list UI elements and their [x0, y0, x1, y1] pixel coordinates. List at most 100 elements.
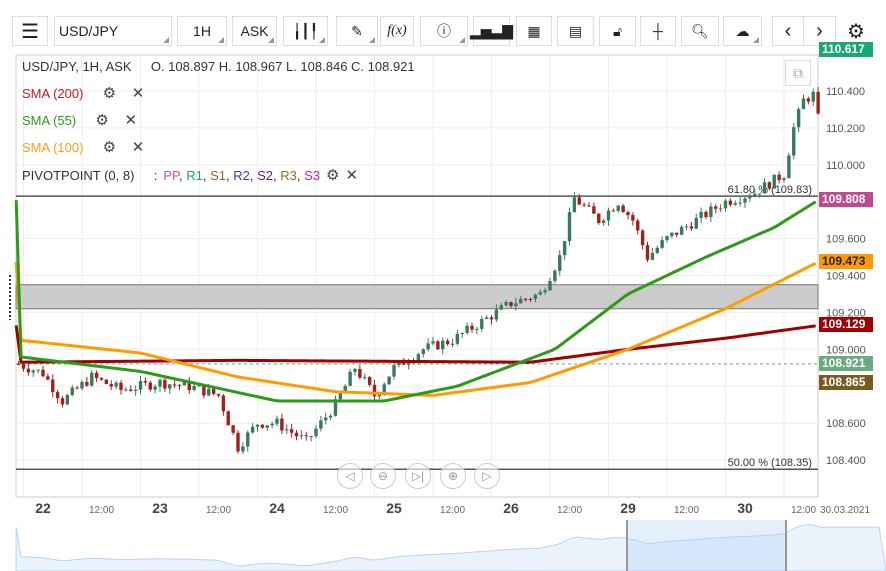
candle-body — [753, 193, 757, 197]
candle-body — [260, 424, 265, 428]
candle-body — [455, 333, 460, 344]
candle-body — [645, 245, 650, 260]
candle-body — [207, 388, 211, 396]
candle-body — [694, 217, 698, 229]
candle-body — [450, 343, 455, 345]
legend-title: USD/JPY, 1H, ASK — [22, 59, 132, 74]
candle-body — [143, 381, 148, 383]
candle-body — [650, 252, 655, 260]
candle-body — [475, 328, 479, 330]
candle-body — [80, 381, 84, 389]
candle-body — [114, 382, 118, 387]
fib-label: 50.00 % (108.35) — [728, 457, 812, 469]
candle-body — [338, 393, 343, 400]
candle-body — [246, 432, 250, 447]
zoom-in-button[interactable]: ⊕ — [440, 463, 466, 489]
candle-body — [348, 371, 352, 386]
candle-body — [606, 210, 611, 221]
date-tick: 12:00 — [323, 505, 348, 516]
popout-button[interactable]: ⧉ — [785, 60, 811, 86]
candle-body — [733, 203, 737, 205]
close-icon[interactable]: ✕ — [132, 138, 145, 156]
triangle-right-icon: ▷ — [482, 469, 492, 483]
candle-body — [392, 365, 396, 377]
candle-body — [109, 383, 113, 387]
candle-body — [148, 382, 152, 390]
current-date: 30.03.2021 — [820, 505, 870, 516]
legend-indicator: SMA (200) ⚙ ✕ — [22, 84, 144, 102]
candle-body — [275, 418, 279, 424]
candle-body — [255, 424, 260, 427]
candle-body — [533, 294, 538, 300]
pivot-part: S1 — [210, 167, 226, 183]
close-icon[interactable]: ✕ — [125, 111, 138, 129]
candle-body — [75, 387, 79, 389]
date-tick: 25 — [386, 500, 402, 516]
pan-right-button[interactable]: ▷ — [474, 463, 500, 489]
date-tick: 12:00 — [791, 505, 816, 516]
candle-body — [621, 205, 625, 213]
candle-body — [499, 305, 503, 310]
ohlc-values: O. 108.897 H. 108.967 L. 108.846 C. 108.… — [150, 59, 415, 74]
candle-body — [553, 270, 557, 281]
candle-body — [567, 212, 572, 242]
candle-body — [777, 174, 781, 181]
indicator-label: SMA (200) — [22, 85, 84, 101]
candle-body — [129, 389, 133, 391]
candle-body — [94, 372, 99, 378]
date-tick: 12:00 — [557, 505, 582, 516]
candle-body — [714, 206, 718, 209]
candle-body — [489, 317, 494, 320]
candle-body — [163, 379, 167, 389]
candle-body — [421, 349, 425, 355]
date-tick: 30 — [737, 500, 753, 516]
legend-indicator: SMA (100) ⚙ ✕ — [22, 138, 144, 156]
candle-body — [119, 382, 123, 390]
reset-button[interactable]: ▷| — [405, 463, 431, 489]
zoom-out-button[interactable]: ⊖ — [370, 463, 396, 489]
candle-body — [133, 389, 138, 391]
candle-body — [792, 127, 796, 156]
candle-body — [41, 369, 45, 377]
date-tick: 12:00 — [89, 505, 114, 516]
candle-body — [718, 208, 723, 210]
indicator-label: SMA (100) — [22, 139, 84, 155]
candle-body — [811, 91, 815, 102]
candle-body — [582, 204, 586, 206]
close-icon[interactable]: ✕ — [132, 84, 145, 102]
gear-icon[interactable]: ⚙ — [326, 166, 339, 184]
close-icon[interactable]: ✕ — [345, 166, 358, 184]
candle-body — [592, 206, 596, 214]
candle-body — [611, 210, 616, 212]
candle-body — [153, 386, 157, 390]
price-badge: 110.617 — [819, 42, 873, 58]
candle-body — [328, 415, 333, 418]
candle-body — [782, 178, 786, 181]
candle-body — [16, 364, 21, 366]
candle-body — [387, 376, 391, 385]
candle-body — [636, 220, 640, 231]
candle-body — [26, 368, 31, 373]
candle-body — [689, 226, 694, 229]
candle-body — [484, 317, 489, 319]
candle-body — [367, 377, 372, 385]
candle-body — [294, 432, 299, 437]
legend-ohlc: USD/JPY, 1H, ASK O. 108.897 H. 108.967 L… — [22, 59, 415, 74]
gear-icon[interactable]: ⚙ — [103, 138, 116, 156]
candle-body — [704, 211, 708, 218]
candle-body — [494, 309, 499, 320]
price-badge: 109.129 — [819, 317, 873, 333]
candle-body — [684, 226, 689, 228]
candle-body — [655, 247, 659, 253]
candle-body — [577, 197, 581, 205]
candle-body — [431, 341, 435, 344]
gear-icon[interactable]: ⚙ — [95, 111, 108, 129]
pan-left-button[interactable]: ◁ — [337, 463, 363, 489]
gear-icon[interactable]: ⚙ — [103, 84, 116, 102]
candle-body — [416, 354, 421, 361]
candle-body — [796, 109, 801, 128]
candle-body — [65, 395, 70, 405]
candle-body — [441, 340, 445, 350]
candle-body — [304, 435, 308, 437]
candle-body — [699, 211, 703, 218]
